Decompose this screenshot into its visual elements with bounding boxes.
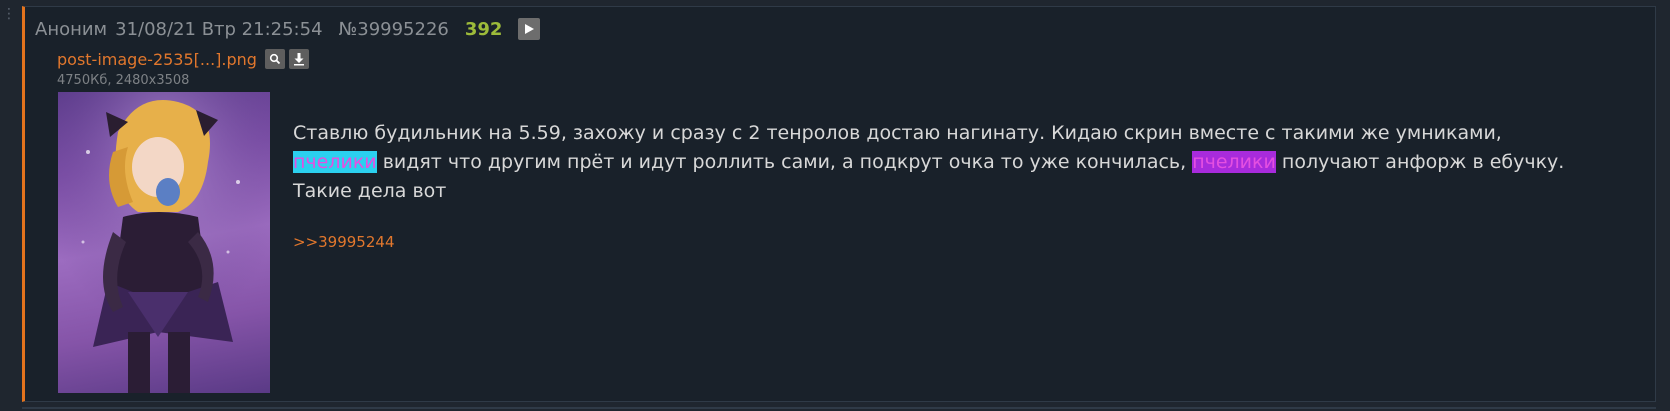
message-line-2-end: получают анфорж в ебучку. <box>1275 151 1565 173</box>
file-name-link[interactable]: post-image-2535[...].png <box>57 50 257 69</box>
divider <box>22 407 1656 409</box>
message-line-2-mid: видят что другим прёт и идут роллить сам… <box>376 151 1193 173</box>
reply-count[interactable]: 392 <box>465 19 503 40</box>
character-illustration <box>58 92 270 393</box>
file-meta: 4750Кб, 2480x3508 <box>57 73 190 88</box>
message-line-1: Ставлю будильник на 5.59, захожу и сразу… <box>293 122 1502 144</box>
post-author: Аноним <box>35 18 108 40</box>
play-icon <box>525 24 535 34</box>
spoiler-word-2[interactable]: пчелики <box>1192 151 1276 173</box>
post-header: Аноним 31/08/21 Втр 21:25:54 №39995226 3… <box>35 17 541 41</box>
spoiler-word-1[interactable]: пчелики <box>293 151 377 173</box>
image-search-button[interactable] <box>264 49 285 69</box>
download-icon <box>293 53 304 66</box>
message-line-3: Такие дела вот <box>293 180 447 202</box>
reply-link[interactable]: >>39995244 <box>293 233 394 251</box>
expand-thread-button[interactable] <box>518 18 541 40</box>
post-date: 31/08/21 Втр 21:25:54 <box>115 18 323 40</box>
post-number[interactable]: №39995226 <box>339 19 449 40</box>
post-card: Аноним 31/08/21 Втр 21:25:54 №39995226 3… <box>22 6 1656 402</box>
search-icon <box>269 53 281 65</box>
file-info: post-image-2535[...].png <box>57 49 309 69</box>
post-message: Ставлю будильник на 5.59, захожу и сразу… <box>293 119 1633 206</box>
thread-page: ⋮⋮ Аноним 31/08/21 Втр 21:25:54 №3999522… <box>0 0 1670 411</box>
download-button[interactable] <box>288 49 309 69</box>
post-image-thumbnail[interactable] <box>58 92 270 393</box>
